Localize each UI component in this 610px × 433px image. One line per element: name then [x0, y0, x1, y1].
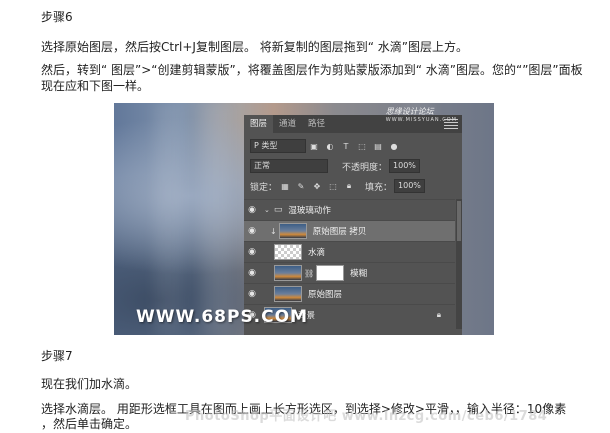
layer-original-copy[interactable]: ◉ ↓ 原始图层 拷贝	[244, 220, 455, 241]
visibility-eye-icon[interactable]: ◉	[244, 205, 260, 215]
layer-thumbnail	[274, 244, 302, 260]
lock-artboard-icon[interactable]: ⬚	[328, 181, 338, 191]
step6-paragraph-2-line-2: 现在应和下图一样。	[41, 79, 150, 93]
chevron-down-icon[interactable]: ⌄	[264, 206, 270, 214]
folder-icon: ▭	[273, 205, 283, 215]
layer-thumbnail	[278, 223, 307, 239]
step6-paragraph-1: 选择原始图层，然后按Ctrl+J复制图层。 将新复制的图层拖到“ 水滴”图层上方…	[41, 40, 469, 54]
site-watermark: WWW.68PS.COM	[136, 307, 308, 327]
forum-logo: 思缘设计论坛 WWW.MISSYUAN.COM	[385, 107, 457, 123]
lock-transparent-icon[interactable]: ▦	[280, 181, 290, 191]
layer-thumbnail	[274, 286, 302, 302]
opacity-input[interactable]: 100%	[389, 159, 420, 173]
step7-paragraph-2-line-2: ，然后单击确定。	[41, 417, 138, 431]
step6-heading: 步骤6	[41, 10, 73, 24]
blend-mode-select[interactable]: 正常	[250, 159, 328, 173]
layer-thumbnail	[274, 265, 302, 281]
visibility-eye-icon[interactable]: ◉	[244, 289, 260, 299]
visibility-eye-icon[interactable]: ◉	[244, 247, 260, 257]
tab-paths[interactable]: 路径	[302, 115, 331, 133]
clipping-arrow-icon: ↓	[270, 226, 277, 236]
lock-label: 锁定：	[250, 182, 278, 193]
layers-panel: 思缘设计论坛 WWW.MISSYUAN.COM 图层 通道 路径 P 类型 ▣ …	[244, 107, 462, 335]
layer-mask-thumbnail	[316, 265, 345, 281]
fill-input[interactable]: 100%	[394, 179, 425, 193]
adjustment-filter-icon[interactable]: ◐	[325, 141, 335, 151]
layer-original[interactable]: ◉ 原始图层	[244, 283, 455, 304]
shape-filter-icon[interactable]: ⬚	[357, 141, 367, 151]
layer-name: 湿玻璃动作	[288, 206, 331, 216]
tab-layers[interactable]: 图层	[244, 115, 274, 133]
layer-name: 水滴	[308, 248, 326, 258]
lock-icon: 🔒︎	[436, 310, 441, 319]
layer-name: 模糊	[350, 269, 368, 279]
layer-name: 原始图层 拷贝	[312, 227, 367, 237]
image-filter-icon[interactable]: ▣	[309, 141, 319, 151]
footer-watermark: PhotoShop平面设计吧 www.lnzcg.com/ceb6/1784	[185, 409, 548, 424]
layer-water-drop[interactable]: ◉ 水滴	[244, 241, 455, 262]
layer-name: 原始图层	[308, 290, 343, 300]
step6-paragraph-2-line-1: 然后，转到“ 图层”>“创建剪辑蒙版”，将覆盖图层作为剪贴蒙版添加到“ 水滴”图…	[41, 63, 583, 77]
layer-filter-select[interactable]: P 类型	[250, 139, 306, 153]
layer-blur[interactable]: ◉ ⛓︎ 模糊	[244, 262, 455, 283]
layers-scrollbar[interactable]	[456, 199, 462, 329]
smart-object-filter-icon[interactable]: ▤	[373, 141, 383, 151]
visibility-eye-icon[interactable]: ◉	[244, 268, 260, 278]
filter-toggle-icon[interactable]: ●	[389, 141, 399, 151]
tab-channels[interactable]: 通道	[273, 115, 302, 133]
opacity-label: 不透明度：	[342, 162, 388, 173]
visibility-eye-icon[interactable]: ◉	[244, 226, 260, 236]
step7-heading: 步骤7	[41, 349, 73, 363]
fill-label: 填充：	[365, 182, 393, 193]
step7-paragraph-1: 现在我们加水滴。	[41, 377, 138, 391]
lock-move-icon[interactable]: ✥	[312, 181, 322, 191]
layer-group-wet-glass[interactable]: ◉ ⌄ ▭ 湿玻璃动作	[244, 199, 455, 220]
lock-brush-icon[interactable]: ✎	[296, 181, 306, 191]
type-filter-icon[interactable]: T	[341, 141, 351, 151]
mask-link-icon[interactable]: ⛓︎	[304, 269, 314, 278]
lock-all-icon[interactable]: 🔒︎	[344, 181, 354, 191]
layers-panel-screenshot: 思缘设计论坛 WWW.MISSYUAN.COM 图层 通道 路径 P 类型 ▣ …	[114, 103, 494, 335]
